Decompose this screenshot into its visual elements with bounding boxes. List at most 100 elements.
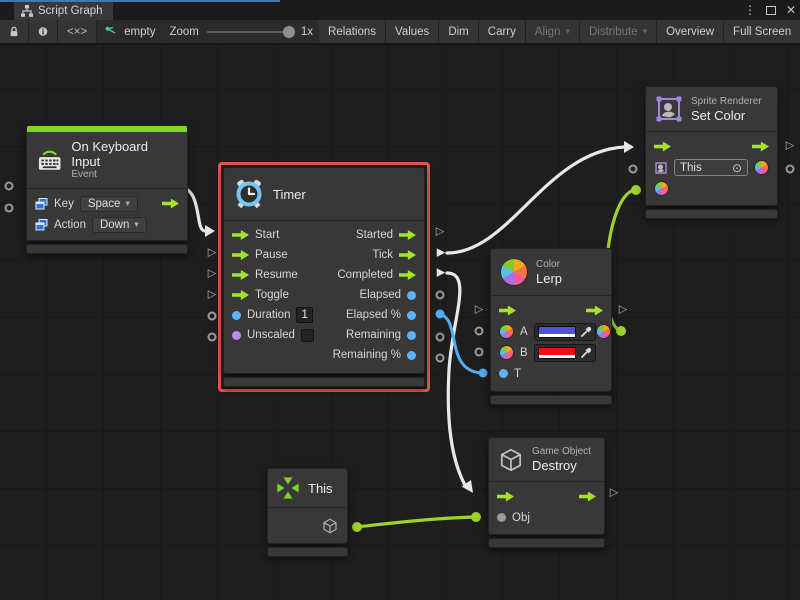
node-title: Timer <box>273 187 306 202</box>
sprite-renderer-port-icon[interactable] <box>654 161 668 175</box>
obj-input-port[interactable] <box>497 513 506 522</box>
node-set-color[interactable]: Sprite Renderer Set Color <box>645 86 778 219</box>
exec-input-port[interactable] <box>499 306 516 316</box>
close-icon[interactable]: ✕ <box>786 3 796 17</box>
game-object-output-port[interactable] <box>321 517 339 535</box>
color-output-port[interactable] <box>754 160 769 175</box>
node-timer[interactable]: Timer Start Started Pause Tick <box>223 167 425 387</box>
remaining-percent-output-port[interactable] <box>407 351 416 360</box>
exec-output-port[interactable] <box>162 199 179 209</box>
timer-elapsed-outer-port[interactable] <box>436 291 445 300</box>
eyedropper-icon[interactable] <box>580 347 592 359</box>
lerp-b-outer-port[interactable] <box>475 348 484 357</box>
node-destroy[interactable]: Game Object Destroy Obj <box>488 437 605 548</box>
resume-input-port[interactable] <box>232 270 249 280</box>
timer-duration-outer-port[interactable] <box>208 312 217 321</box>
elapsed-output-port[interactable] <box>407 291 416 300</box>
timer-unscaled-outer-port[interactable] <box>208 333 217 342</box>
setcolor-color-out-outer-port[interactable] <box>786 165 795 174</box>
timer-completed-outer-port[interactable]: ▶ <box>437 268 445 279</box>
keyboard-key-outer-port[interactable] <box>5 182 14 191</box>
color-b-field[interactable] <box>534 344 596 362</box>
carry-button[interactable]: Carry <box>479 20 526 43</box>
t-input-port[interactable] <box>499 369 508 378</box>
timer-pause-outer-port[interactable]: ▷ <box>208 248 216 259</box>
timer-started-outer-port[interactable]: ▷ <box>436 227 444 238</box>
toggle-input-port[interactable] <box>232 290 249 300</box>
info-icon <box>38 25 48 38</box>
exec-output-port[interactable] <box>586 306 603 316</box>
graph-canvas[interactable]: On Keyboard Input Event Key <box>0 45 800 600</box>
zoom-slider[interactable] <box>207 31 293 33</box>
code-preview-button[interactable]: <×> <box>58 20 97 43</box>
maximize-icon[interactable] <box>766 6 776 15</box>
timer-tick-outer-port[interactable]: ▶ <box>437 248 445 259</box>
color-a-swatch[interactable] <box>538 326 576 338</box>
color-a-field[interactable] <box>534 323 596 341</box>
completed-output-port[interactable] <box>399 270 416 280</box>
fullscreen-button[interactable]: Full Screen <box>724 20 800 43</box>
node-color-lerp[interactable]: Color Lerp A <box>490 248 612 405</box>
exec-output-port[interactable] <box>752 142 769 152</box>
elapsed-percent-output-port[interactable] <box>407 311 416 320</box>
timer-toggle-outer-port[interactable]: ▷ <box>208 290 216 301</box>
lerp-exec-outer-port[interactable]: ▷ <box>475 305 483 316</box>
destroy-exec-out-outer-port[interactable]: ▷ <box>610 488 618 499</box>
color-wheel-icon <box>500 258 528 286</box>
eyedropper-icon[interactable] <box>580 326 592 338</box>
info-button[interactable] <box>29 20 58 43</box>
duration-input-port[interactable] <box>232 311 241 320</box>
unscaled-checkbox[interactable] <box>301 329 314 342</box>
this-icon <box>276 476 300 500</box>
started-output-port[interactable] <box>399 230 416 240</box>
relations-button[interactable]: Relations <box>319 20 386 43</box>
start-input-port[interactable] <box>232 230 249 240</box>
exec-input-port[interactable] <box>497 492 514 502</box>
color-b-swatch[interactable] <box>538 347 576 359</box>
object-picker-icon[interactable]: ⊙ <box>732 161 742 175</box>
graph-indicator: empty <box>97 20 163 43</box>
result-output-port[interactable] <box>596 324 611 339</box>
node-timer-selection: Timer Start Started Pause Tick <box>218 162 430 392</box>
lerp-a-outer-port[interactable] <box>475 327 484 336</box>
unscaled-input-port[interactable] <box>232 331 241 340</box>
remaining-output-port[interactable] <box>407 331 416 340</box>
tick-output-port[interactable] <box>399 250 416 260</box>
tab-script-graph[interactable]: Script Graph <box>14 2 113 20</box>
exec-input-port[interactable] <box>654 142 671 152</box>
node-footer <box>645 209 778 219</box>
timer-remaining-outer-port[interactable] <box>436 333 445 342</box>
pause-input-port[interactable] <box>232 250 249 260</box>
color-port-icon[interactable] <box>499 345 514 360</box>
node-on-keyboard-input[interactable]: On Keyboard Input Event Key <box>26 125 188 254</box>
setcolor-exec-out-outer-port[interactable]: ▷ <box>786 141 794 152</box>
wire-timer-completed-to-destroy[interactable] <box>447 273 473 493</box>
wire-timer-tick-to-setcolor[interactable] <box>447 141 634 253</box>
target-object-field[interactable]: This ⊙ <box>674 159 748 176</box>
values-button[interactable]: Values <box>386 20 439 43</box>
action-dropdown[interactable]: Down ▾ <box>92 217 147 233</box>
keyboard-action-outer-port[interactable] <box>5 204 14 213</box>
wire-this-to-destroy-obj[interactable] <box>352 512 481 532</box>
zoom-slider-handle[interactable] <box>283 26 295 38</box>
graph-toolbar: <×> empty Zoom 1x Relations Values Dim C… <box>0 20 800 45</box>
setcolor-target-outer-port[interactable] <box>629 165 638 174</box>
overview-button[interactable]: Overview <box>657 20 724 43</box>
align-button[interactable]: Align ▾ <box>526 20 580 43</box>
key-dropdown[interactable]: Space ▾ <box>80 196 138 212</box>
color-input-port[interactable] <box>654 181 669 196</box>
timer-resume-outer-port[interactable]: ▷ <box>208 269 216 280</box>
color-port-icon[interactable] <box>499 324 514 339</box>
distribute-button[interactable]: Distribute ▾ <box>580 20 657 43</box>
timer-remaining-percent-outer-port[interactable] <box>436 354 445 363</box>
exec-output-port[interactable] <box>579 492 596 502</box>
node-this[interactable]: This <box>267 468 348 557</box>
lock-button[interactable] <box>0 20 29 43</box>
dim-button[interactable]: Dim <box>439 20 478 43</box>
timer-elapsed-percent-outer-port[interactable] <box>436 310 445 319</box>
node-footer <box>488 538 605 548</box>
lerp-exec-out-outer-port[interactable]: ▷ <box>619 305 627 316</box>
wire-timer-elapsed-to-lerp-t[interactable] <box>439 314 488 378</box>
duration-value-field[interactable]: 1 <box>296 307 312 323</box>
window-menu-icon[interactable]: ⋮ <box>744 3 756 17</box>
